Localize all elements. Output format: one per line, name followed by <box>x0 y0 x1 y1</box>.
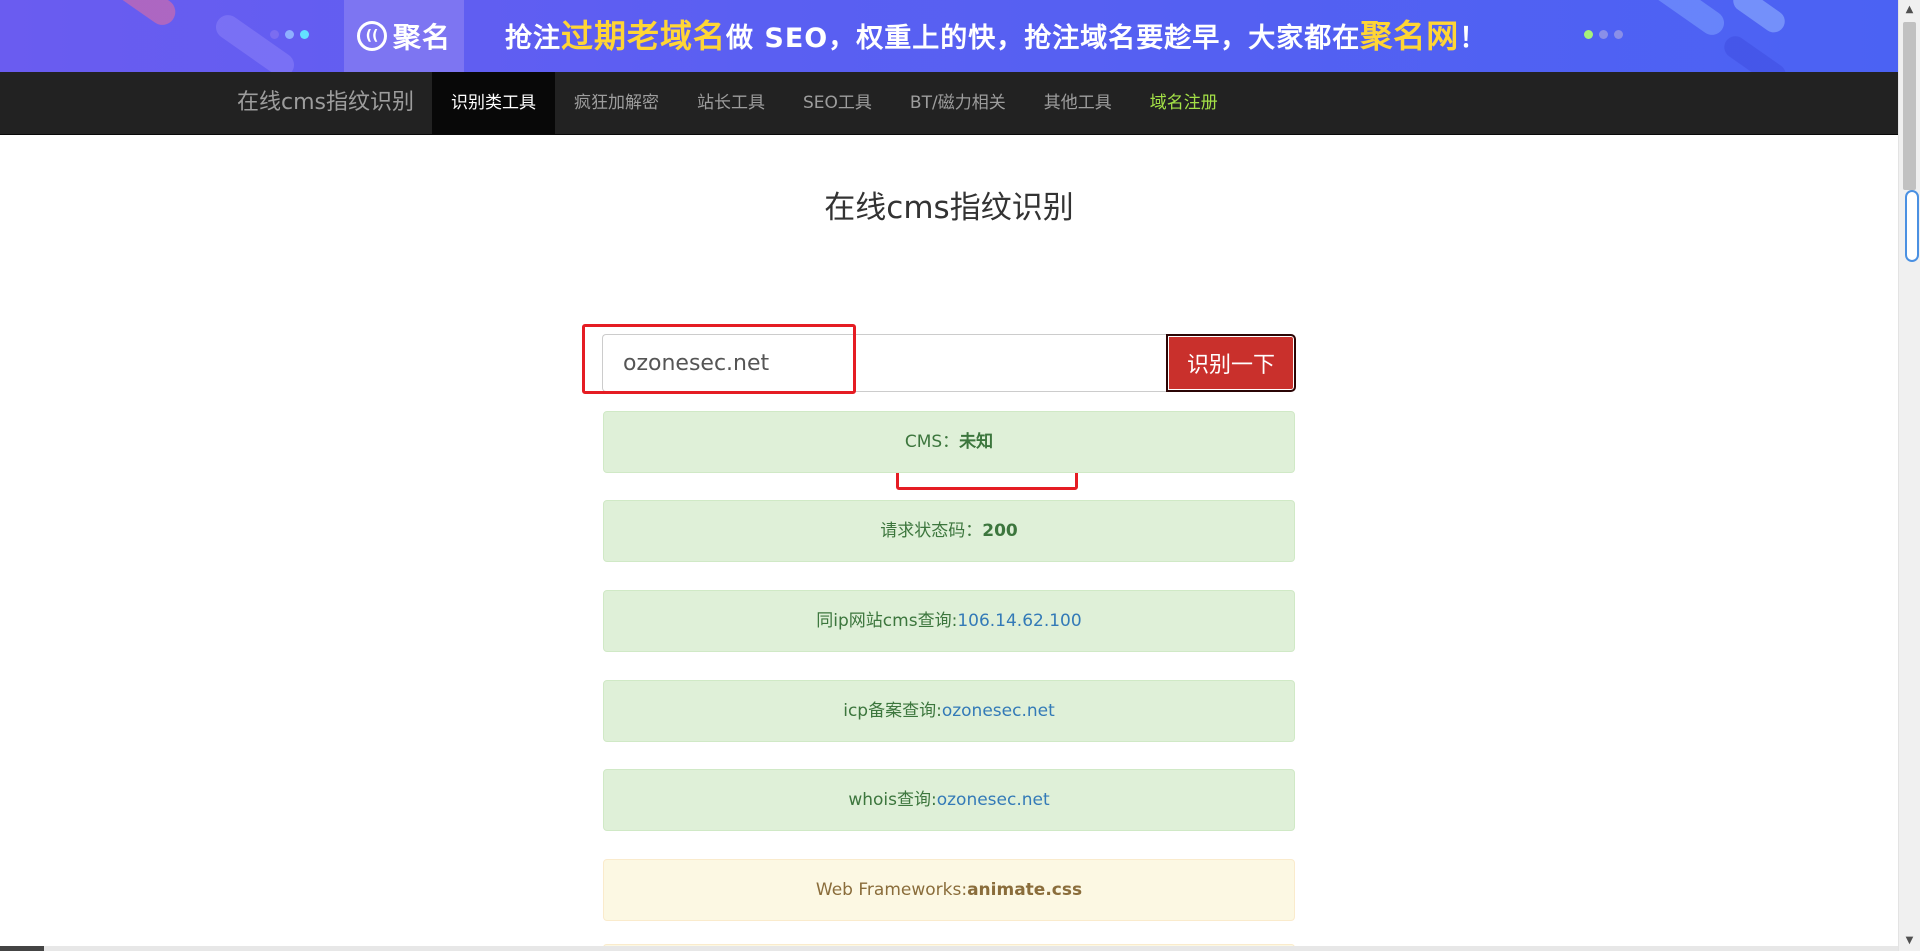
nav-item-bt-magnet[interactable]: BT/磁力相关 <box>891 72 1025 134</box>
banner-decoration <box>101 0 181 31</box>
scroll-up-arrow-icon[interactable]: ▲ <box>1899 0 1920 20</box>
banner-slogan-highlight: 聚名网 <box>1360 17 1460 55</box>
result-value: 未知 <box>959 432 994 452</box>
result-link[interactable]: ozonesec.net <box>942 701 1055 721</box>
nav-item-identify-tools[interactable]: 识别类工具 <box>432 72 555 134</box>
nav-item-other-tools[interactable]: 其他工具 <box>1025 72 1131 134</box>
banner-dots <box>270 30 309 39</box>
annotation-box-input <box>582 324 856 394</box>
result-icp: icp备案查询:ozonesec.net <box>603 680 1295 742</box>
result-link[interactable]: ozonesec.net <box>937 790 1050 810</box>
banner-slogan-part: ！ <box>1459 23 1488 54</box>
banner-decoration <box>1728 0 1790 37</box>
result-label: whois查询: <box>848 790 937 810</box>
banner-decoration <box>211 10 299 72</box>
brand-name: 聚名 <box>392 21 451 54</box>
banner-decoration <box>1720 31 1790 72</box>
banner-slogan-part: 抢注 <box>505 23 561 54</box>
navbar-menu: 识别类工具 疯狂加解密 站长工具 SEO工具 BT/磁力相关 其他工具 域名注册 <box>432 72 1237 134</box>
banner-decoration <box>1641 0 1729 40</box>
page-title: 在线cms指纹识别 <box>824 190 1074 226</box>
nav-item-domain-register[interactable]: 域名注册 <box>1131 72 1237 134</box>
banner-slogan: 抢注过期老域名做 SEO，权重上的快，抢注域名要趁早，大家都在聚名网！ <box>505 16 1487 56</box>
brand-logo-icon: (( <box>356 21 387 51</box>
result-web-frameworks: Web Frameworks:animate.css <box>603 859 1295 921</box>
result-label: icp备案查询: <box>843 701 942 721</box>
banner-brand[interactable]: (( 聚名 <box>344 0 464 72</box>
result-label: 同ip网站cms查询: <box>816 611 958 631</box>
vertical-scrollbar[interactable]: ▲ ▼ <box>1898 0 1920 951</box>
scroll-down-arrow-icon[interactable]: ▼ <box>1899 931 1920 951</box>
nav-item-seo-tools[interactable]: SEO工具 <box>784 72 891 134</box>
scrollbar-thumb[interactable] <box>1903 22 1916 190</box>
banner-slogan-highlight: 过期老域名 <box>561 17 727 55</box>
nav-item-webmaster-tools[interactable]: 站长工具 <box>678 72 784 134</box>
result-label: Web Frameworks: <box>815 880 968 900</box>
banner-slogan-part: 做 SEO，权重上的快，抢注域名要趁早，大家都在 <box>726 23 1361 54</box>
result-status-code: 请求状态码：200 <box>603 500 1295 562</box>
window-bottom-edge <box>0 946 1898 951</box>
result-value: animate.css <box>967 880 1083 900</box>
scroll-indicator <box>1905 190 1919 262</box>
identify-button[interactable]: 识别一下 <box>1166 334 1296 392</box>
nav-item-crypto[interactable]: 疯狂加解密 <box>555 72 678 134</box>
result-value: 200 <box>982 521 1018 541</box>
result-cms: CMS：未知 <box>603 411 1295 473</box>
result-same-ip: 同ip网站cms查询:106.14.62.100 <box>603 590 1295 652</box>
result-whois: whois查询:ozonesec.net <box>603 769 1295 831</box>
ad-banner[interactable]: (( 聚名 抢注过期老域名做 SEO，权重上的快，抢注域名要趁早，大家都在聚名网… <box>0 0 1898 72</box>
result-label: 请求状态码： <box>880 521 983 541</box>
result-link[interactable]: 106.14.62.100 <box>957 611 1081 631</box>
result-label: CMS： <box>904 432 960 452</box>
top-navbar: 在线cms指纹识别 识别类工具 疯狂加解密 站长工具 SEO工具 BT/磁力相关… <box>0 72 1898 135</box>
banner-dots <box>1584 30 1623 39</box>
navbar-brand[interactable]: 在线cms指纹识别 <box>237 72 414 134</box>
